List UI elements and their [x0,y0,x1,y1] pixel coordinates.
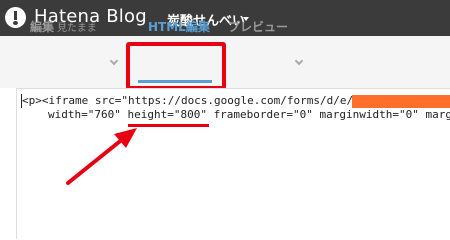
tab-wysiwyg[interactable]: 編集 見たまま [30,18,97,38]
height-underline [128,124,209,127]
highlight-box [126,42,226,90]
tab-html-edit[interactable]: HTML編集 [148,18,210,38]
code-line-1: <p><iframe src="https://docs.google.com/… [22,94,354,107]
code-line-2: width="760" height="800" frameborder="0"… [48,108,450,121]
redaction-block [352,95,450,108]
hatena-logo-icon[interactable] [5,7,26,28]
tab-preview[interactable]: プレビュー [228,18,288,38]
tab-wysiwyg-label: 編集 [30,20,55,34]
tab-wysiwyg-sublabel: 見たまま [57,23,97,34]
